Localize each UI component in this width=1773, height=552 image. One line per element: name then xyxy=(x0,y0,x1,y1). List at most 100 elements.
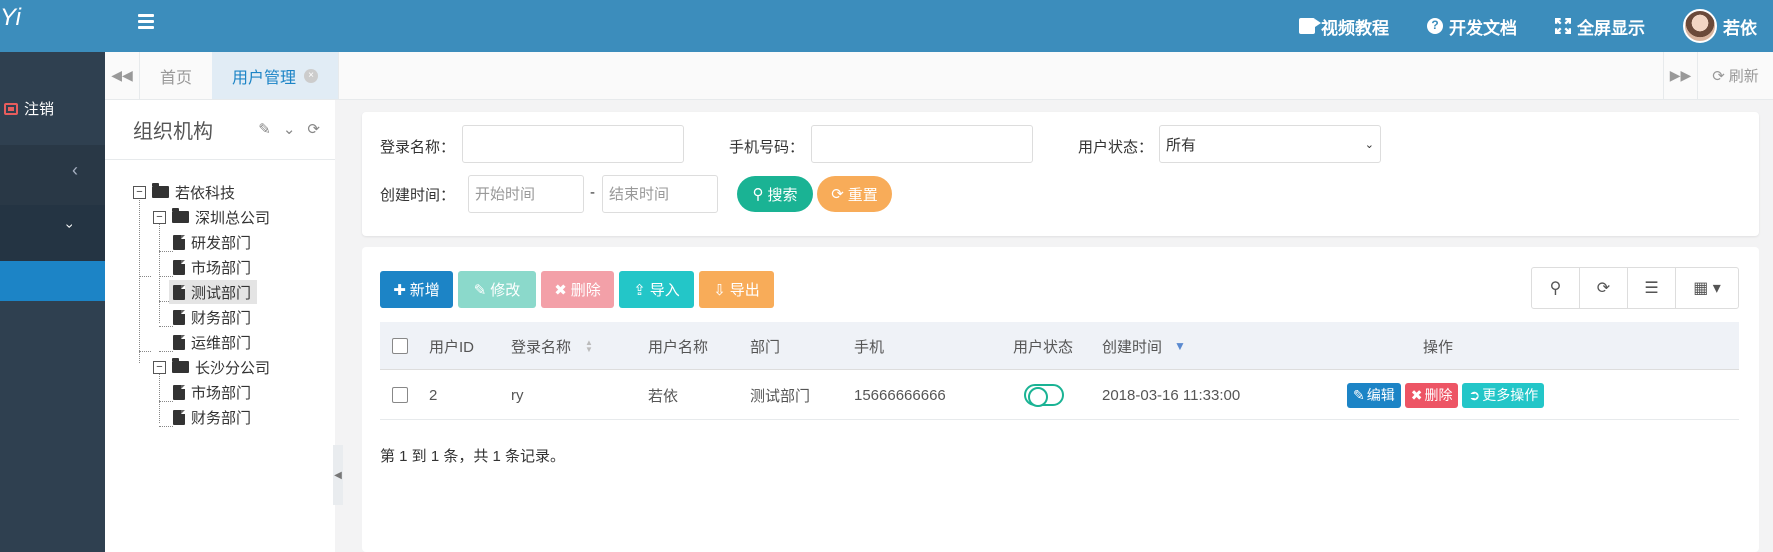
fullscreen-link[interactable]: 全屏显示 xyxy=(1555,14,1645,39)
file-icon xyxy=(173,234,185,250)
export-button-label: 导出 xyxy=(729,282,760,299)
dev-docs-link[interactable]: ? 开发文档 xyxy=(1427,14,1517,39)
status-toggle[interactable] xyxy=(1024,384,1064,407)
plus-icon: ✚ xyxy=(393,281,406,299)
header-nav: 视频教程 ? 开发文档 全屏显示 若依 xyxy=(1299,0,1773,52)
user-menu[interactable]: 若依 xyxy=(1683,9,1757,43)
tree-node-leaf[interactable]: 财务部门 xyxy=(173,405,251,429)
chevron-left-icon[interactable]: ‹ xyxy=(72,160,78,181)
panel-collapse-handle[interactable]: ◀ xyxy=(333,445,343,505)
file-icon xyxy=(173,259,185,275)
row-more-label: 更多操作 xyxy=(1482,387,1539,403)
column-header[interactable]: 用户状态 xyxy=(1013,322,1073,370)
column-header[interactable]: 用户名称 xyxy=(648,322,708,370)
edit-button[interactable]: ✎ 修改 xyxy=(458,271,536,308)
download-icon: ⇩ xyxy=(713,281,726,299)
tree-node-leaf[interactable]: 财务部门 xyxy=(173,305,251,329)
row-delete-button[interactable]: ✖ 删除 xyxy=(1404,382,1459,408)
search-button-label: 搜索 xyxy=(767,186,798,204)
column-header-sorted[interactable]: 创建时间 ▼ xyxy=(1102,322,1186,370)
tree-node-label: 测试部门 xyxy=(191,284,252,302)
end-time-input[interactable] xyxy=(602,175,718,213)
reset-button[interactable]: ⟳ 重置 xyxy=(817,176,892,212)
tree-node-label: 深圳总公司 xyxy=(195,209,271,227)
status-select[interactable]: 所有 ⌄ xyxy=(1159,125,1381,163)
column-header: 操作 xyxy=(1423,338,1454,356)
list-icon[interactable]: ☰ xyxy=(1628,268,1676,308)
sort-desc-icon: ▼ xyxy=(1174,339,1186,353)
tab-scroll-left-icon[interactable]: ◀◀ xyxy=(105,52,140,99)
menu-toggle-icon[interactable] xyxy=(138,14,154,32)
search-icon: ⚲ xyxy=(752,186,764,203)
add-button[interactable]: ✚ 新增 xyxy=(380,271,453,308)
tree-node-leaf[interactable]: 运维部门 xyxy=(173,330,251,354)
select-all-checkbox[interactable] xyxy=(392,338,408,354)
column-header[interactable]: 用户ID xyxy=(429,322,474,370)
column-header[interactable]: 部门 xyxy=(750,322,780,370)
row-more-button[interactable]: ➲ 更多操作 xyxy=(1462,382,1545,408)
tree-node-label: 市场部门 xyxy=(191,259,252,277)
columns-icon[interactable]: ▦ ▾ xyxy=(1676,268,1738,308)
chevron-down-icon[interactable]: › xyxy=(62,224,78,229)
chevron-down-icon[interactable]: ⌄ xyxy=(283,120,296,138)
tree-node-leaf[interactable]: 研发部门 xyxy=(173,230,251,254)
login-name-input[interactable] xyxy=(462,125,684,163)
folder-open-icon xyxy=(172,208,189,223)
row-checkbox[interactable] xyxy=(392,387,408,403)
file-icon xyxy=(173,409,185,425)
logout-icon xyxy=(4,102,18,115)
refresh-icon[interactable]: ⟳ xyxy=(1580,268,1628,308)
import-button[interactable]: ⇪ 导入 xyxy=(619,271,694,308)
sidebar-active-item[interactable] xyxy=(0,261,105,301)
start-time-input[interactable] xyxy=(468,175,584,213)
tree-node-label: 长沙分公司 xyxy=(195,359,271,377)
file-icon xyxy=(173,384,185,400)
refresh-icon[interactable]: ⟳ xyxy=(307,120,320,138)
tab-scroll-right-icon[interactable]: ▶▶ xyxy=(1663,52,1698,99)
close-icon[interactable]: × xyxy=(304,68,319,83)
user-table-panel: ✚ 新增 ✎ 修改 ✖ 删除 ⇪ 导入 ⇩ 导出 ⚲ ⟳ ☰ ▦ ▾ 用户ID … xyxy=(362,247,1759,552)
export-button[interactable]: ⇩ 导出 xyxy=(699,271,774,308)
org-tree-panel: 组织机构 ✎ ⌄ ⟳ − 若依科技 − 深圳总公司 研发部门 市场部门 测试部门… xyxy=(105,100,335,552)
tree-node-leaf-selected[interactable]: 测试部门 xyxy=(169,280,258,304)
search-form: 登录名称： 手机号码： 用户状态： 所有 ⌄ 创建时间： - ⚲ 搜索 ⟳ 重置 xyxy=(362,112,1759,236)
collapse-toggle-icon[interactable]: − xyxy=(133,185,146,199)
collapse-toggle-icon[interactable]: − xyxy=(153,360,166,374)
tree-node-branch[interactable]: − 长沙分公司 xyxy=(153,355,270,379)
org-tools: ✎ ⌄ ⟳ xyxy=(258,120,320,138)
table-tools: ⚲ ⟳ ☰ ▦ ▾ xyxy=(1531,267,1739,309)
brand-logo: Yi xyxy=(0,0,105,52)
tree-node-root[interactable]: − 若依科技 xyxy=(133,180,235,204)
tree-node-label: 运维部门 xyxy=(191,334,252,352)
logout-link[interactable]: 注销 xyxy=(4,98,54,119)
table-row[interactable]: 2 ry 若依 测试部门 15666666666 2018-03-16 11:3… xyxy=(380,370,1739,420)
sidebar-menu-item[interactable] xyxy=(0,205,105,261)
sidebar-menu-section xyxy=(0,145,105,205)
cell-actions: ✎ 编辑 ✖ 删除 ➲ 更多操作 xyxy=(1347,370,1545,420)
avatar xyxy=(1683,9,1717,43)
edit-icon[interactable]: ✎ xyxy=(258,120,271,138)
search-button[interactable]: ⚲ 搜索 xyxy=(737,176,813,212)
tab-user-management[interactable]: 用户管理 × xyxy=(212,52,340,99)
video-tutorial-label: 视频教程 xyxy=(1321,18,1389,38)
cell-user-name: 若依 xyxy=(648,387,679,405)
cell-phone: 15666666666 xyxy=(854,386,946,404)
video-tutorial-link[interactable]: 视频教程 xyxy=(1299,14,1389,39)
refresh-tab-button[interactable]: ⟳ 刷新 xyxy=(1698,52,1773,99)
tree-node-leaf[interactable]: 市场部门 xyxy=(173,255,251,279)
column-header[interactable]: 手机 xyxy=(854,322,884,370)
row-edit-button[interactable]: ✎ 编辑 xyxy=(1347,382,1401,408)
collapse-toggle-icon[interactable]: − xyxy=(153,210,166,224)
import-button-label: 导入 xyxy=(649,282,680,299)
reset-button-label: 重置 xyxy=(847,186,878,204)
tab-home[interactable]: 首页 xyxy=(140,52,214,99)
search-icon[interactable]: ⚲ xyxy=(1532,268,1580,308)
column-header-sortable[interactable]: 登录名称 ▲ ▼ xyxy=(511,322,593,370)
tab-user-management-label: 用户管理 xyxy=(232,69,297,87)
tree-node-branch[interactable]: − 深圳总公司 xyxy=(153,205,270,229)
phone-input[interactable] xyxy=(811,125,1033,163)
tree-node-label: 若依科技 xyxy=(175,184,236,202)
dev-docs-label: 开发文档 xyxy=(1449,18,1517,38)
delete-button[interactable]: ✖ 删除 xyxy=(541,271,614,308)
tree-node-leaf[interactable]: 市场部门 xyxy=(173,380,251,404)
